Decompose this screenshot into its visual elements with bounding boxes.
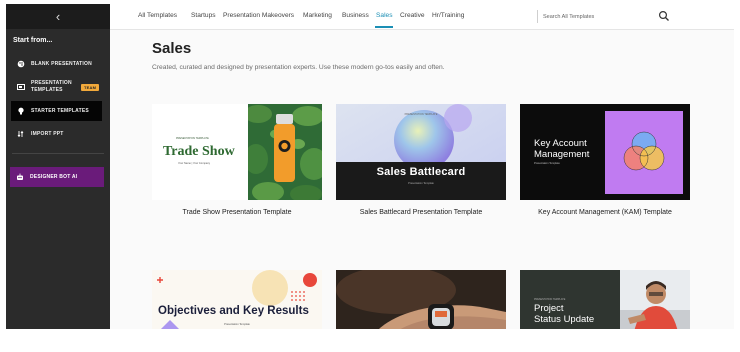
- template-caption[interactable]: Trade Show Presentation Template: [152, 209, 322, 216]
- template-thumbnail[interactable]: Objectives and Key Results Presentation …: [152, 270, 322, 329]
- active-tab-underline: [375, 26, 393, 28]
- import-arrows-icon: [17, 130, 25, 138]
- robot-icon: [16, 173, 24, 181]
- category-nav: All Templates Startups Presentation Make…: [110, 4, 734, 30]
- thumb-subtitle: Presentation Template: [224, 323, 250, 326]
- main-content: Sales Created, curated and designed by p…: [110, 30, 734, 329]
- start-from-heading: Start from...: [13, 37, 53, 44]
- sidebar-item-starter-templates[interactable]: STARTER TEMPLATES: [11, 101, 102, 121]
- wrist-watch-photo: [336, 270, 506, 329]
- template-card-key-account-management[interactable]: Key Account Management Presentation Temp…: [520, 104, 690, 216]
- thumb-subtitle: Presentation Template: [408, 182, 434, 185]
- sidebar-item-label: STARTER TEMPLATES: [31, 107, 89, 114]
- template-thumbnail[interactable]: PRESENTATION TEMPLATE Trade Show Your Na…: [152, 104, 322, 200]
- palette-icon: [17, 60, 25, 68]
- template-caption[interactable]: Sales Battlecard Presentation Template: [336, 209, 506, 216]
- template-card-trade-show[interactable]: PRESENTATION TEMPLATE Trade Show Your Na…: [152, 104, 322, 216]
- tab-marketing[interactable]: Marketing: [303, 12, 332, 19]
- sidebar-item-label: IMPORT PPT: [31, 130, 64, 137]
- tab-business[interactable]: Business: [342, 12, 369, 19]
- juice-bottle-photo: [244, 104, 322, 200]
- sidebar-item-blank-presentation[interactable]: BLANK PRESENTATION: [6, 53, 110, 75]
- thumb-title-line: Management: [534, 149, 590, 160]
- template-thumbnail[interactable]: PRESENTATION TEMPLATE Project Status Upd…: [520, 270, 690, 329]
- tab-all-templates[interactable]: All Templates: [138, 12, 177, 19]
- thumb-small-label: PRESENTATION TEMPLATE: [176, 137, 209, 140]
- search-icon[interactable]: [658, 10, 670, 22]
- app-window: ‹ Start from... BLANK PRESENTATION PRESE…: [6, 4, 734, 329]
- tab-sales[interactable]: Sales: [376, 12, 393, 19]
- sidebar-item-presentation-templates[interactable]: PRESENTATION TEMPLATES TEAM: [6, 75, 110, 99]
- sidebar-header: ‹: [6, 4, 110, 29]
- tab-hr-training[interactable]: Hr/Training: [432, 12, 464, 19]
- page-subtitle: Created, curated and designed by present…: [152, 64, 445, 71]
- designer-bot-label: DESIGNER BOT AI: [30, 174, 78, 180]
- template-thumbnail[interactable]: Key Account Management Presentation Temp…: [520, 104, 690, 200]
- thumb-title: Trade Show: [163, 144, 235, 159]
- chevron-left-icon[interactable]: ‹: [56, 10, 60, 23]
- thumb-title: Sales Battlecard: [376, 166, 466, 178]
- thumb-small-label: PRESENTATION TEMPLATE: [404, 113, 438, 116]
- team-badge: TEAM: [81, 83, 100, 91]
- template-card-project-status-update[interactable]: PRESENTATION TEMPLATE Project Status Upd…: [520, 270, 690, 329]
- template-card-sales-battlecard[interactable]: PRESENTATION TEMPLATE Sales Battlecard P…: [336, 104, 506, 216]
- thumb-subtitle: Presentation Template: [534, 162, 560, 165]
- slides-icon: [17, 83, 25, 91]
- venn-panel: [605, 111, 683, 194]
- thumb-title: Objectives and Key Results: [158, 305, 309, 317]
- template-caption[interactable]: Key Account Management (KAM) Template: [520, 209, 690, 216]
- thumb-small-label: PRESENTATION TEMPLATE: [534, 298, 566, 301]
- search-divider: [537, 10, 538, 23]
- sidebar-item-label: BLANK PRESENTATION: [31, 60, 92, 67]
- search-input[interactable]: [543, 11, 643, 22]
- person-photo: [620, 270, 690, 329]
- template-thumbnail[interactable]: PRESENTATION TEMPLATE Sales Battlecard P…: [336, 104, 506, 200]
- thumb-title-line: Project: [534, 303, 564, 314]
- page-title: Sales: [152, 40, 192, 57]
- template-card-objectives-key-results[interactable]: Objectives and Key Results Presentation …: [152, 270, 322, 329]
- designer-bot-button[interactable]: DESIGNER BOT AI: [10, 167, 104, 187]
- template-card-watch-photo[interactable]: [336, 270, 506, 329]
- thumb-title-line: Status Update: [534, 314, 595, 325]
- thumb-title: Project Status Update: [534, 303, 594, 325]
- sidebar: ‹ Start from... BLANK PRESENTATION PRESE…: [6, 4, 110, 329]
- template-thumbnail[interactable]: [336, 270, 506, 329]
- tab-startups[interactable]: Startups: [191, 12, 216, 19]
- tab-presentation-makeovers[interactable]: Presentation Makeovers: [223, 12, 294, 19]
- lightbulb-icon: [17, 107, 25, 115]
- thumb-title-line: Key Account: [534, 138, 587, 149]
- sidebar-item-label: PRESENTATION TEMPLATES: [31, 80, 72, 93]
- thumb-subtitle: Your Name | Your Company: [178, 162, 211, 165]
- tab-creative[interactable]: Creative: [400, 12, 425, 19]
- sidebar-item-import-ppt[interactable]: IMPORT PPT: [6, 123, 110, 145]
- thumb-title: Key Account Management: [534, 138, 589, 160]
- okr-decor-graphic: [157, 270, 317, 329]
- sidebar-divider: [12, 153, 104, 154]
